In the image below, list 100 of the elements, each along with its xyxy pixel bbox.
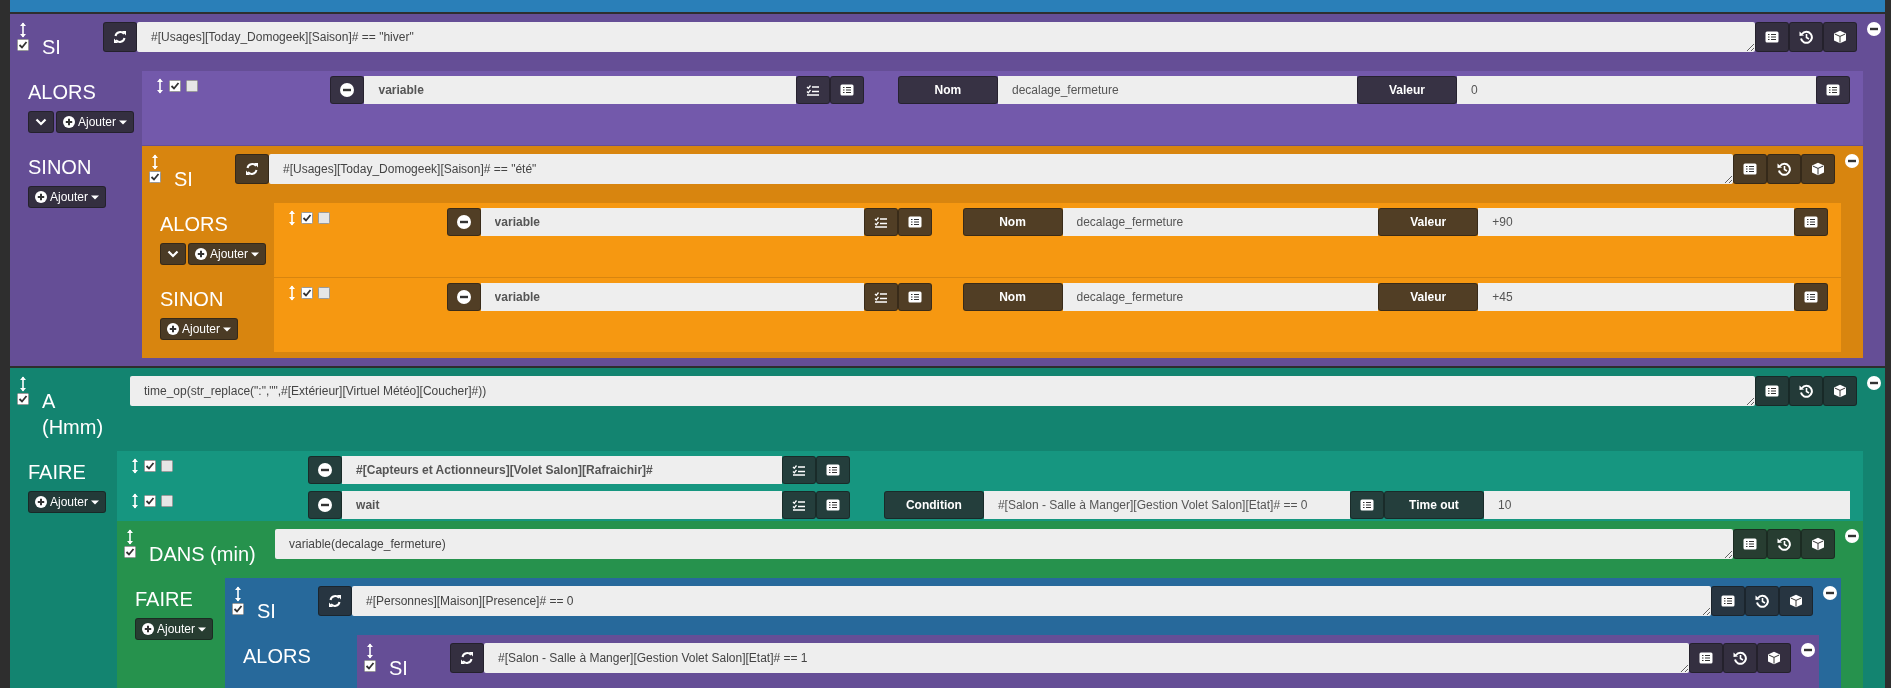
select-button[interactable] [863,208,898,236]
collapse-button[interactable] [28,111,54,133]
checkbox[interactable] [169,80,181,92]
option-field[interactable]: decalage_fermeture [1062,283,1379,311]
option-field[interactable]: +90 [1478,208,1794,236]
list-button[interactable] [1733,154,1767,184]
add-button[interactable]: Ajouter [56,111,135,133]
checkbox[interactable] [144,460,156,472]
remove-button[interactable] [308,456,343,484]
drag-handle-icon[interactable] [19,376,27,392]
add-button[interactable]: Ajouter [28,186,107,208]
drag-handle-icon[interactable] [288,210,296,226]
checkbox[interactable] [318,287,330,299]
history-button[interactable] [1789,22,1823,52]
remove-block-icon[interactable] [1801,643,1815,657]
command-field[interactable]: variable [364,76,797,104]
list-button[interactable] [830,76,865,104]
list-button[interactable] [1733,529,1767,559]
select-button[interactable] [781,456,816,484]
command-field[interactable]: variable [480,283,864,311]
history-button[interactable] [1789,376,1823,406]
select-button[interactable] [863,283,898,311]
drag-handle-icon[interactable] [234,586,242,602]
list-button[interactable] [1755,376,1789,406]
remove-block-icon[interactable] [1845,529,1859,543]
checkbox[interactable] [161,495,173,507]
command-field[interactable]: #[Capteurs et Actionneurs][Volet Salon][Rafraichir]# [342,456,782,484]
select-button[interactable] [796,76,831,104]
option-field[interactable]: 0 [1457,76,1816,104]
refresh-button[interactable] [318,586,352,616]
drag-handle-icon[interactable] [131,458,139,474]
checkbox[interactable] [301,212,313,224]
remove-button[interactable] [330,76,365,104]
cube-button[interactable] [1779,586,1813,616]
checkbox[interactable] [17,39,29,51]
history-button[interactable] [1767,529,1801,559]
drag-handle-icon[interactable] [156,78,164,94]
add-button[interactable]: Ajouter [28,491,107,513]
list-button[interactable] [1755,22,1789,52]
list-button[interactable] [1816,76,1850,104]
drag-handle-icon[interactable] [126,529,134,545]
cube-button[interactable] [1801,529,1835,559]
remove-block-icon[interactable] [1845,154,1859,168]
cube-button[interactable] [1823,376,1857,406]
add-button[interactable]: Ajouter [160,318,239,340]
checkbox[interactable] [364,660,376,672]
checkbox[interactable] [124,546,136,558]
cube-button[interactable] [1823,22,1857,52]
checkbox[interactable] [144,495,156,507]
checkbox[interactable] [318,212,330,224]
expression-field[interactable]: #[Salon - Salle à Manger][Gestion Volet Salon][Etat]# == 1 [484,643,1689,673]
list-button[interactable] [1794,283,1828,311]
collapse-button[interactable] [160,243,186,265]
list-button[interactable] [815,456,850,484]
add-button[interactable]: Ajouter [135,618,214,640]
checkbox[interactable] [301,287,313,299]
list-button[interactable] [897,208,932,236]
list-button[interactable] [1794,208,1828,236]
drag-handle-icon[interactable] [288,285,296,301]
remove-block-icon[interactable] [1867,22,1881,36]
option-field[interactable]: #[Salon - Salle à Manger][Gestion Volet Salon][Etat]# == 0 [983,491,1350,519]
expression-field[interactable]: #[Usages][Today_Domogeek][Saison]# == "été" [269,154,1733,184]
drag-handle-icon[interactable] [366,643,374,659]
option-field[interactable]: decalage_fermeture [1062,208,1379,236]
remove-button[interactable] [308,491,343,519]
drag-handle-icon[interactable] [19,22,27,38]
refresh-button[interactable] [450,643,484,673]
checkbox[interactable] [149,171,161,183]
command-field[interactable]: wait [342,491,782,519]
refresh-button[interactable] [235,154,269,184]
expression-field[interactable]: #[Usages][Today_Domogeek][Saison]# == "hiver" [137,22,1755,52]
add-button[interactable]: Ajouter [188,243,267,265]
checkbox[interactable] [232,603,244,615]
remove-button[interactable] [446,283,481,311]
drag-handle-icon[interactable] [151,154,159,170]
refresh-button[interactable] [103,22,137,52]
remove-block-icon[interactable] [1867,376,1881,390]
command-field[interactable]: variable [480,208,864,236]
select-button[interactable] [781,491,816,519]
history-button[interactable] [1767,154,1801,184]
list-button[interactable] [815,491,850,519]
history-button[interactable] [1745,586,1779,616]
option-field[interactable]: 10 [1483,491,1850,519]
checkbox[interactable] [17,393,29,405]
expression-field[interactable]: time_op(str_replace(":","",#[Extérieur][Virtuel Météo][Coucher]#)) [130,376,1755,406]
option-field[interactable]: +45 [1478,283,1794,311]
cube-button[interactable] [1801,154,1835,184]
remove-block-icon[interactable] [1823,586,1837,600]
expression-field[interactable]: variable(decalage_fermeture) [275,529,1733,559]
remove-button[interactable] [446,208,481,236]
drag-handle-icon[interactable] [131,493,139,509]
history-button[interactable] [1723,643,1757,673]
expression-field[interactable]: #[Personnes][Maison][Presence]# == 0 [352,586,1711,616]
checkbox[interactable] [186,80,198,92]
list-button[interactable] [897,283,932,311]
list-button[interactable] [1711,586,1745,616]
option-field[interactable]: decalage_fermeture [997,76,1357,104]
list-button[interactable] [1689,643,1723,673]
cube-button[interactable] [1757,643,1791,673]
list-button[interactable] [1349,491,1384,519]
